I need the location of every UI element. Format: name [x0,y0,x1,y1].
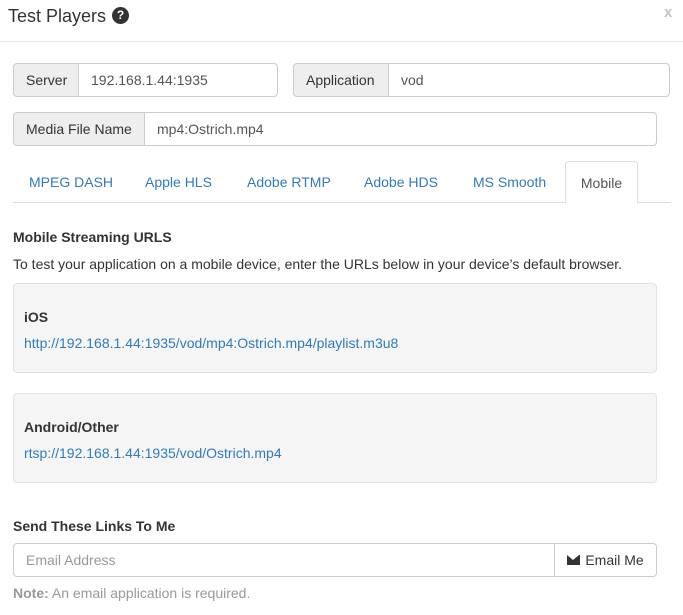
note-label: Note: [13,585,49,601]
media-file-label: Media File Name [13,112,145,146]
email-me-button[interactable]: Email Me [555,543,657,577]
application-group: Application vod [293,63,670,97]
mobile-description: To test your application on a mobile dev… [13,256,623,272]
android-url-link[interactable]: rtsp://192.168.1.44:1935/vod/Ostrich.mp4 [24,444,282,462]
email-note: Note: An email application is required. [13,584,250,602]
tab-ms-smooth[interactable]: MS Smooth [473,161,546,203]
application-field[interactable]: vod [389,63,670,97]
tab-apple-hls[interactable]: Apple HLS [145,161,212,203]
android-label: Android/Other [24,419,119,435]
send-heading: Send These Links To Me [13,518,176,534]
dialog-header: Test Players ? x [0,0,683,42]
email-me-label: Email Me [585,552,644,568]
note-text: An email application is required. [51,585,251,601]
tab-mpeg-dash[interactable]: MPEG DASH [29,161,113,203]
ios-label: iOS [24,309,49,325]
player-tabs: MPEG DASH Apple HLS Adobe RTMP Adobe HDS… [13,161,671,204]
email-group: Email Me [13,543,657,577]
tab-adobe-hds[interactable]: Adobe HDS [364,161,438,203]
dialog-title: Test Players [8,6,107,26]
tab-mobile[interactable]: Mobile [565,161,638,204]
mobile-heading: Mobile Streaming URLS [13,229,172,245]
media-file-field[interactable]: mp4:Ostrich.mp4 [145,112,657,146]
ios-url-link[interactable]: http://192.168.1.44:1935/vod/mp4:Ostrich… [24,334,398,352]
server-label: Server [13,63,79,97]
server-group: Server 192.168.1.44:1935 [13,63,278,97]
ios-panel: iOS http://192.168.1.44:1935/vod/mp4:Ost… [13,283,657,373]
envelope-icon [567,555,581,565]
application-label: Application [293,63,389,97]
android-panel: Android/Other rtsp://192.168.1.44:1935/v… [13,393,657,483]
email-input[interactable] [13,543,555,577]
tab-adobe-rtmp[interactable]: Adobe RTMP [247,161,331,203]
server-field[interactable]: 192.168.1.44:1935 [79,63,278,97]
close-icon[interactable]: x [664,4,672,22]
media-file-group: Media File Name mp4:Ostrich.mp4 [13,112,657,146]
question-circle-icon[interactable]: ? [112,7,129,24]
